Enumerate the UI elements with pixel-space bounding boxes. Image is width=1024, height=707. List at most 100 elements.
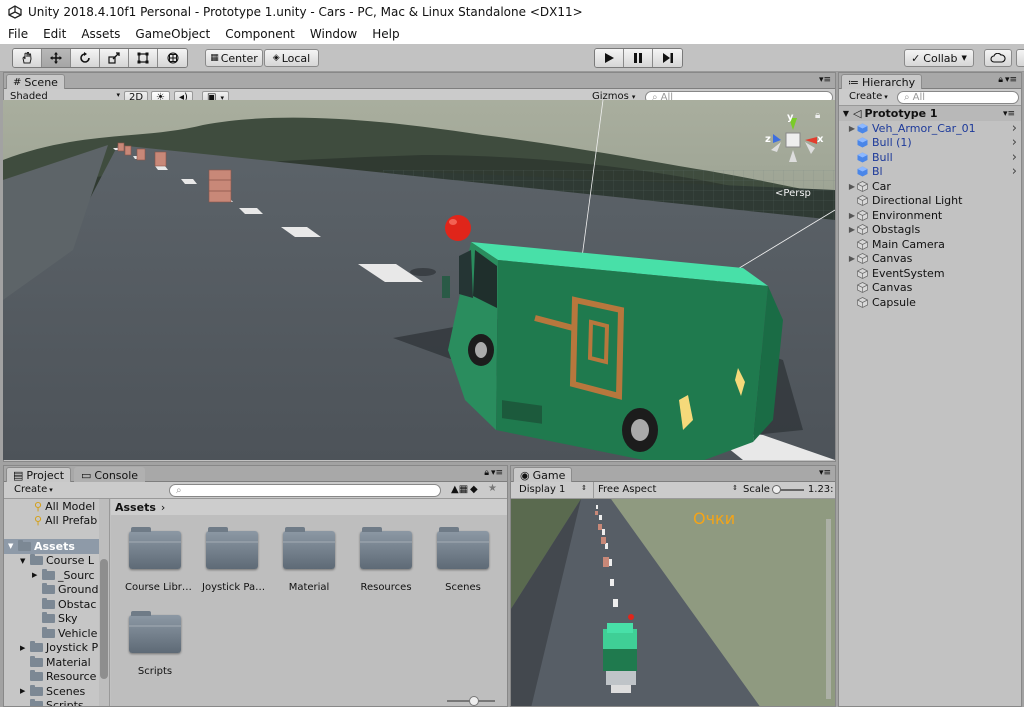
- hierarchy-item[interactable]: Bull ›: [847, 150, 1021, 165]
- lock-icon[interactable]: 🔒︎: [484, 468, 489, 478]
- scene-root-row[interactable]: ▼ ◁ Prototype 1 ▾≡: [839, 106, 1021, 121]
- folder-tile[interactable]: Scripts: [125, 611, 185, 677]
- menu-file[interactable]: File: [0, 27, 35, 41]
- project-search-input[interactable]: ⌕: [169, 484, 441, 497]
- expand-arrow-icon[interactable]: ▶: [20, 687, 30, 695]
- hierarchy-item[interactable]: ▶ Environment: [847, 208, 1021, 223]
- move-tool-button[interactable]: [42, 49, 71, 67]
- hierarchy-item[interactable]: ▶ Obstagls: [847, 223, 1021, 238]
- hierarchy-search-input[interactable]: ⌕ All: [897, 91, 1019, 104]
- folder-tile[interactable]: Resources: [356, 527, 416, 593]
- tab-project[interactable]: ▤ Project: [6, 467, 72, 482]
- hierarchy-item[interactable]: EventSystem: [847, 266, 1021, 281]
- lock-icon[interactable]: 🔒︎: [998, 75, 1003, 85]
- open-prefab-icon[interactable]: ›: [1012, 135, 1017, 150]
- space-local-toggle[interactable]: ◈ Local: [264, 49, 319, 67]
- expand-arrow-icon[interactable]: ▼: [20, 557, 30, 565]
- menu-edit[interactable]: Edit: [35, 27, 73, 41]
- open-prefab-icon[interactable]: ›: [1012, 164, 1017, 179]
- hierarchy-item[interactable]: Canvas: [847, 281, 1021, 296]
- hierarchy-item[interactable]: Main Camera: [847, 237, 1021, 252]
- scene-viewport[interactable]: y x z <Persp 🔒︎: [3, 100, 835, 460]
- rotate-tool-button[interactable]: [71, 49, 100, 67]
- slider-thumb[interactable]: [469, 696, 479, 706]
- project-tree-item[interactable]: ▶ Joystick P: [4, 641, 99, 656]
- hierarchy-item[interactable]: ▶ Car: [847, 179, 1021, 194]
- project-tree-item[interactable]: ▶ _Sourc: [4, 568, 99, 583]
- panel-menu-icon[interactable]: ▾≡: [819, 468, 831, 478]
- collab-dropdown[interactable]: ✓ Collab ▼: [904, 49, 974, 67]
- project-tree-item[interactable]: Obstac: [4, 597, 99, 612]
- hierarchy-item[interactable]: Bl ›: [847, 164, 1021, 179]
- project-create-dropdown[interactable]: Create ▾: [14, 484, 53, 495]
- step-button[interactable]: [653, 49, 682, 67]
- account-button[interactable]: [1016, 49, 1024, 67]
- hierarchy-item[interactable]: Capsule: [847, 295, 1021, 310]
- tab-hierarchy[interactable]: ≔ Hierarchy: [841, 74, 923, 89]
- menu-component[interactable]: Component: [217, 27, 302, 41]
- menu-gameobject[interactable]: GameObject: [127, 27, 217, 41]
- project-tree-item[interactable]: ▼ Assets: [4, 539, 99, 554]
- panel-menu-icon[interactable]: ▾≡: [1005, 75, 1017, 85]
- expand-arrow-icon[interactable]: ▼: [8, 542, 18, 550]
- expand-arrow-icon[interactable]: ▶: [32, 571, 42, 579]
- pivot-center-toggle[interactable]: ▦ Center: [205, 49, 263, 67]
- open-prefab-icon[interactable]: ›: [1012, 150, 1017, 165]
- project-tree-item[interactable]: Material: [4, 655, 99, 670]
- project-tree-item[interactable]: Sky: [4, 612, 99, 627]
- panel-menu-icon[interactable]: ▾≡: [491, 468, 503, 478]
- open-prefab-icon[interactable]: ›: [1012, 121, 1017, 136]
- rect-tool-button[interactable]: [129, 49, 158, 67]
- aspect-dropdown[interactable]: Free Aspect ⇕: [598, 484, 738, 495]
- folder-tile[interactable]: Scenes: [433, 527, 493, 593]
- tab-scene[interactable]: # Scene: [6, 74, 65, 89]
- menu-window[interactable]: Window: [302, 27, 364, 41]
- tree-scrollbar-thumb[interactable]: [100, 559, 108, 679]
- favorite-item[interactable]: ⚲ All Model: [34, 499, 95, 514]
- filter-type-icon[interactable]: ▲▦: [451, 484, 468, 495]
- hierarchy-item[interactable]: ▶ Canvas: [847, 252, 1021, 267]
- menu-assets[interactable]: Assets: [73, 27, 127, 41]
- project-tree-item[interactable]: Scripts: [4, 699, 99, 706]
- pause-button[interactable]: [624, 49, 653, 67]
- persp-label[interactable]: <Persp: [775, 188, 811, 199]
- expand-arrow-icon[interactable]: ▶: [847, 211, 857, 220]
- favorite-item[interactable]: ⚲ All Prefab: [34, 513, 97, 528]
- project-tree-item[interactable]: Ground: [4, 583, 99, 598]
- project-tree-item[interactable]: Vehicle: [4, 626, 99, 641]
- hierarchy-item[interactable]: ▶ Veh_Armor_Car_01 ›: [847, 121, 1021, 136]
- scale-control[interactable]: Scale 1.23:: [743, 484, 834, 495]
- filter-label-icon[interactable]: ◆: [470, 484, 478, 495]
- expand-arrow-icon[interactable]: ▶: [847, 254, 857, 263]
- project-tree-item[interactable]: ▼ Course L: [4, 554, 99, 569]
- expand-arrow-icon[interactable]: ▶: [847, 182, 857, 191]
- tab-console[interactable]: ▭ Console: [74, 467, 146, 482]
- favorite-star-icon[interactable]: ★: [488, 483, 497, 494]
- scale-slider[interactable]: [771, 484, 804, 494]
- expand-arrow-icon[interactable]: ▶: [847, 225, 857, 234]
- panel-menu-icon[interactable]: ▾≡: [819, 75, 831, 85]
- icon-size-slider[interactable]: [447, 696, 495, 706]
- folder-tile[interactable]: Material: [279, 527, 339, 593]
- hierarchy-item[interactable]: Directional Light: [847, 194, 1021, 209]
- cloud-button[interactable]: [984, 49, 1012, 67]
- project-tree-item[interactable]: ▶ Scenes: [4, 684, 99, 699]
- display-dropdown[interactable]: Display 1 ⇕: [519, 484, 587, 495]
- expand-arrow-icon[interactable]: ▶: [20, 644, 30, 652]
- tab-game[interactable]: ◉ Game: [513, 467, 573, 482]
- folder-tile[interactable]: Joystick Pa…: [202, 527, 265, 593]
- hierarchy-create-dropdown[interactable]: Create ▾: [849, 91, 888, 102]
- tree-scrollbar[interactable]: [99, 499, 109, 706]
- lock-icon[interactable]: 🔒︎: [815, 110, 820, 121]
- hierarchy-item[interactable]: Bull (1) ›: [847, 135, 1021, 150]
- expand-arrow-icon[interactable]: ▶: [847, 124, 857, 133]
- transform-tool-button[interactable]: [158, 49, 187, 67]
- scale-tool-button[interactable]: [100, 49, 129, 67]
- panel-menu-icon[interactable]: ▾≡: [1003, 109, 1015, 119]
- project-tree-item[interactable]: Resource: [4, 670, 99, 685]
- menu-help[interactable]: Help: [364, 27, 406, 41]
- game-viewport[interactable]: Очки: [511, 499, 835, 706]
- play-button[interactable]: [595, 49, 624, 67]
- hand-tool-button[interactable]: [13, 49, 42, 67]
- folder-tile[interactable]: Course Libr…: [125, 527, 192, 593]
